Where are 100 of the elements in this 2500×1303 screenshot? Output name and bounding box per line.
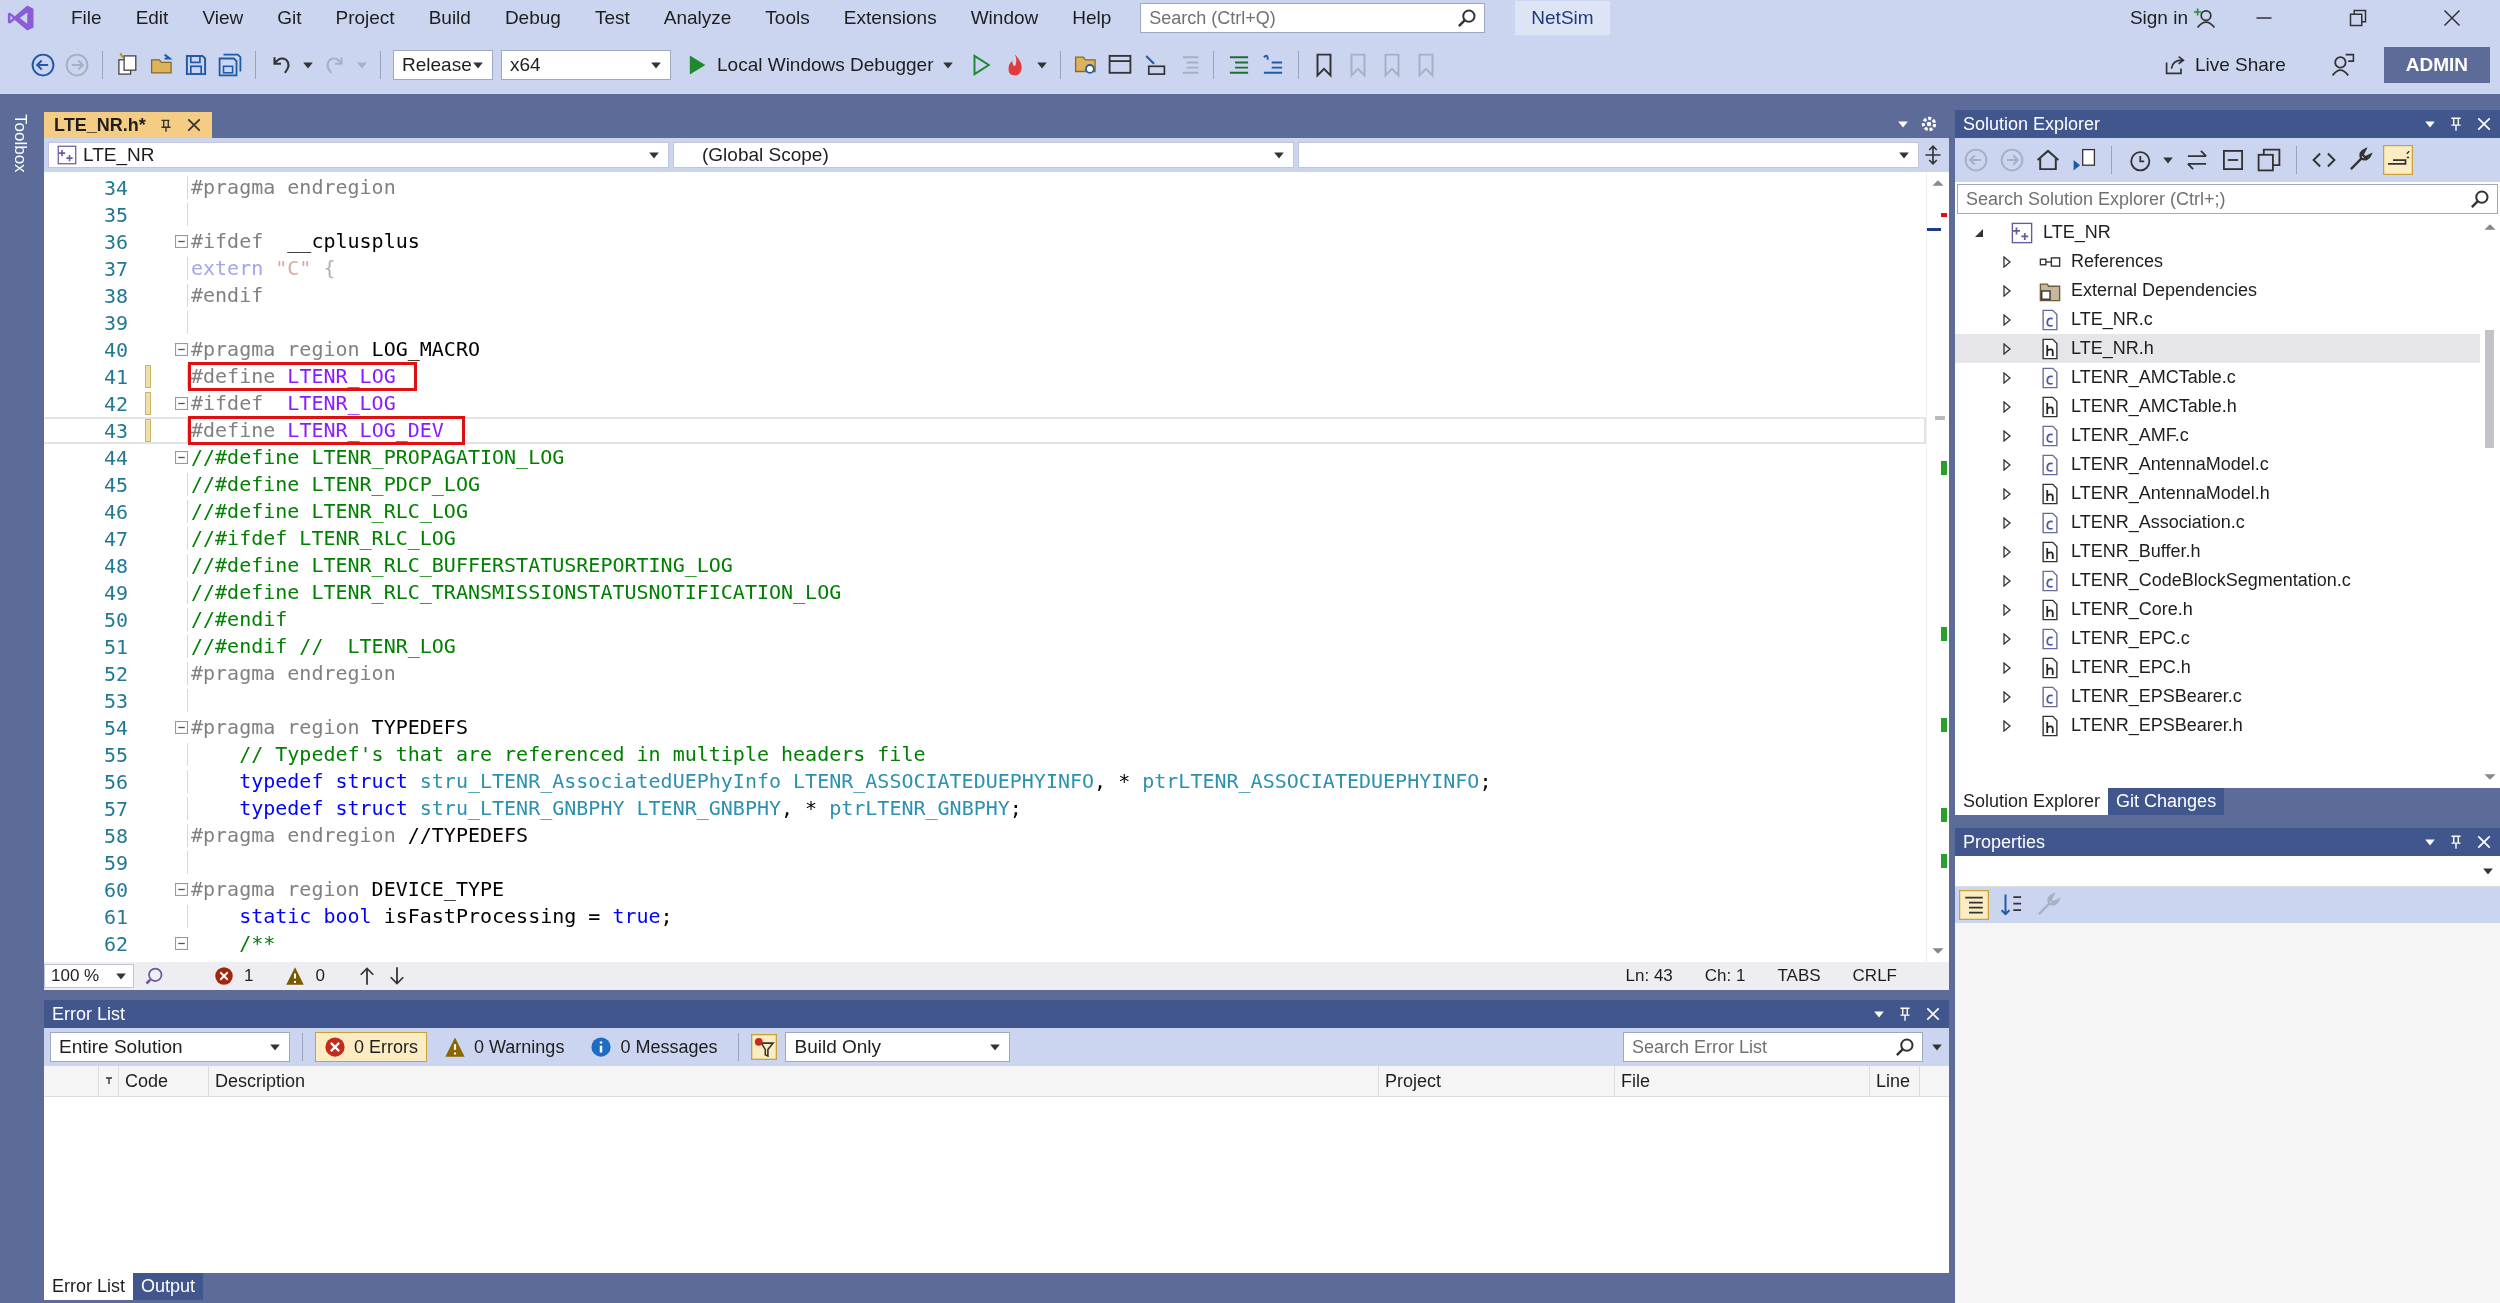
- wrench-icon[interactable]: [2347, 147, 2373, 173]
- error-count[interactable]: 1: [244, 966, 254, 986]
- tree-item[interactable]: LTENR_AMCTable.c: [1955, 363, 2480, 392]
- tree-item[interactable]: External Dependencies: [1955, 276, 2480, 305]
- panel-tab[interactable]: Solution Explorer: [1955, 788, 2109, 815]
- message-filter-button[interactable]: 0 Messages: [581, 1032, 727, 1062]
- collapse-icon[interactable]: [175, 397, 188, 410]
- column-header[interactable]: Description: [209, 1066, 1379, 1096]
- search-icon[interactable]: [1457, 8, 1478, 28]
- collapse-icon[interactable]: [175, 721, 188, 734]
- close-icon[interactable]: [2442, 8, 2462, 28]
- collapse-icon[interactable]: [175, 451, 188, 464]
- expander-icon[interactable]: [2001, 371, 2013, 384]
- categorized-icon[interactable]: [1959, 890, 1989, 920]
- scope-dropdown[interactable]: Entire Solution: [50, 1032, 290, 1062]
- restore-icon[interactable]: [2348, 8, 2368, 28]
- menu-item[interactable]: File: [54, 3, 119, 33]
- tree-item[interactable]: LTENR_EPC.h: [1955, 653, 2480, 682]
- tree-item[interactable]: References: [1955, 247, 2480, 276]
- collapse-icon[interactable]: [175, 235, 188, 248]
- platform-dropdown[interactable]: x64: [501, 50, 671, 80]
- menu-item[interactable]: Window: [953, 3, 1056, 33]
- menu-item[interactable]: Test: [577, 3, 647, 33]
- expander-icon[interactable]: [2001, 632, 2013, 645]
- menu-item[interactable]: Project: [318, 3, 412, 33]
- filter-icon[interactable]: [751, 1034, 778, 1060]
- split-icon[interactable]: [1923, 145, 1943, 165]
- tree-item[interactable]: LTENR_CodeBlockSegmentation.c: [1955, 566, 2480, 595]
- column-header[interactable]: Project: [1379, 1066, 1615, 1096]
- document-tab[interactable]: LTE_NR.h*: [44, 112, 212, 138]
- account-icon[interactable]: [2194, 6, 2218, 30]
- tree-item[interactable]: LTE_NR.c: [1955, 305, 2480, 334]
- search-icon[interactable]: [1895, 1037, 1915, 1057]
- line-ending[interactable]: CRLF: [1852, 966, 1897, 986]
- collapse-all-icon[interactable]: [2220, 147, 2246, 173]
- expander-icon[interactable]: [2001, 255, 2013, 268]
- expander-icon[interactable]: [2001, 690, 2013, 703]
- zoom-dropdown[interactable]: 100 %: [44, 964, 134, 988]
- scroll-thumb[interactable]: [2485, 330, 2494, 449]
- tree-item[interactable]: LTENR_EPC.c: [1955, 624, 2480, 653]
- menu-item[interactable]: Help: [1055, 3, 1129, 33]
- tree-item[interactable]: LTENR_Association.c: [1955, 508, 2480, 537]
- close-icon[interactable]: [185, 117, 202, 133]
- pin-icon[interactable]: [2448, 116, 2464, 132]
- menu-item[interactable]: Extensions: [826, 3, 954, 33]
- expander-icon[interactable]: [2001, 400, 2013, 413]
- collapse-icon[interactable]: [175, 937, 188, 950]
- configuration-dropdown[interactable]: Release: [393, 50, 493, 80]
- settings-icon[interactable]: [1919, 114, 1939, 134]
- scope-dropdown[interactable]: (Global Scope): [673, 142, 1294, 168]
- panel-tab[interactable]: Git Changes: [2108, 788, 2225, 815]
- switch-views-icon[interactable]: [2071, 147, 2097, 173]
- tree-item[interactable]: LTENR_AntennaModel.h: [1955, 479, 2480, 508]
- home-icon[interactable]: [2035, 147, 2061, 173]
- expander-icon[interactable]: [2001, 284, 2013, 297]
- tree-item[interactable]: LTENR_AMCTable.h: [1955, 392, 2480, 421]
- feedback-icon[interactable]: [2329, 52, 2356, 78]
- search-field[interactable]: Search Solution Explorer (Ctrl+;): [1957, 184, 2498, 214]
- brush-icon[interactable]: [144, 966, 164, 986]
- column-header[interactable]: File: [1615, 1066, 1870, 1096]
- tree-item[interactable]: LTENR_AMF.c: [1955, 421, 2480, 450]
- sign-in-link[interactable]: Sign in: [2129, 7, 2188, 29]
- search-icon[interactable]: [2470, 189, 2490, 209]
- warning-filter-button[interactable]: 0 Warnings: [435, 1032, 574, 1062]
- collapse-icon[interactable]: [175, 343, 188, 356]
- tree-item[interactable]: LTE_NR.h: [1955, 334, 2480, 363]
- expander-icon[interactable]: [2001, 313, 2013, 326]
- column-header[interactable]: Code: [119, 1066, 209, 1096]
- error-filter-button[interactable]: 0 Errors: [315, 1032, 427, 1062]
- expander-icon[interactable]: [2001, 545, 2013, 558]
- build-filter-dropdown[interactable]: Build Only: [785, 1032, 1011, 1062]
- tree-item[interactable]: LTE_NR: [1955, 218, 2480, 247]
- expander-icon[interactable]: [2001, 429, 2013, 442]
- indentation-mode[interactable]: TABS: [1777, 966, 1821, 986]
- expander-icon[interactable]: [2001, 603, 2013, 616]
- column-header[interactable]: Line: [1870, 1066, 1920, 1096]
- project-dropdown[interactable]: LTE_NR: [48, 142, 669, 168]
- pin-icon[interactable]: [2448, 834, 2464, 850]
- expander-icon[interactable]: [2001, 661, 2013, 674]
- back-icon[interactable]: [30, 52, 56, 78]
- tree-item[interactable]: LTENR_EPSBearer.h: [1955, 711, 2480, 740]
- tree-item[interactable]: LTENR_Buffer.h: [1955, 537, 2480, 566]
- save-all-icon[interactable]: [217, 52, 243, 78]
- search-field[interactable]: Search Error List: [1623, 1032, 1923, 1062]
- menu-item[interactable]: Debug: [487, 3, 578, 33]
- search-field[interactable]: Search (Ctrl+Q): [1140, 3, 1486, 33]
- expander-icon[interactable]: [2001, 516, 2013, 529]
- tree-item[interactable]: LTENR_EPSBearer.c: [1955, 682, 2480, 711]
- tree-item[interactable]: LTENR_Core.h: [1955, 595, 2480, 624]
- pin-icon[interactable]: [1897, 1006, 1913, 1022]
- panel-tab[interactable]: Error List: [44, 1273, 133, 1300]
- expander-icon[interactable]: [2001, 487, 2013, 500]
- expander-icon[interactable]: [2001, 719, 2013, 732]
- live-share-button[interactable]: Live Share: [2156, 52, 2292, 78]
- expander-icon[interactable]: [2001, 458, 2013, 471]
- menu-item[interactable]: Edit: [118, 3, 186, 33]
- tree-item[interactable]: LTENR_AntennaModel.c: [1955, 450, 2480, 479]
- warning-count[interactable]: 0: [315, 966, 325, 986]
- sync-icon[interactable]: [2184, 147, 2210, 173]
- expander-icon[interactable]: [2001, 574, 2013, 587]
